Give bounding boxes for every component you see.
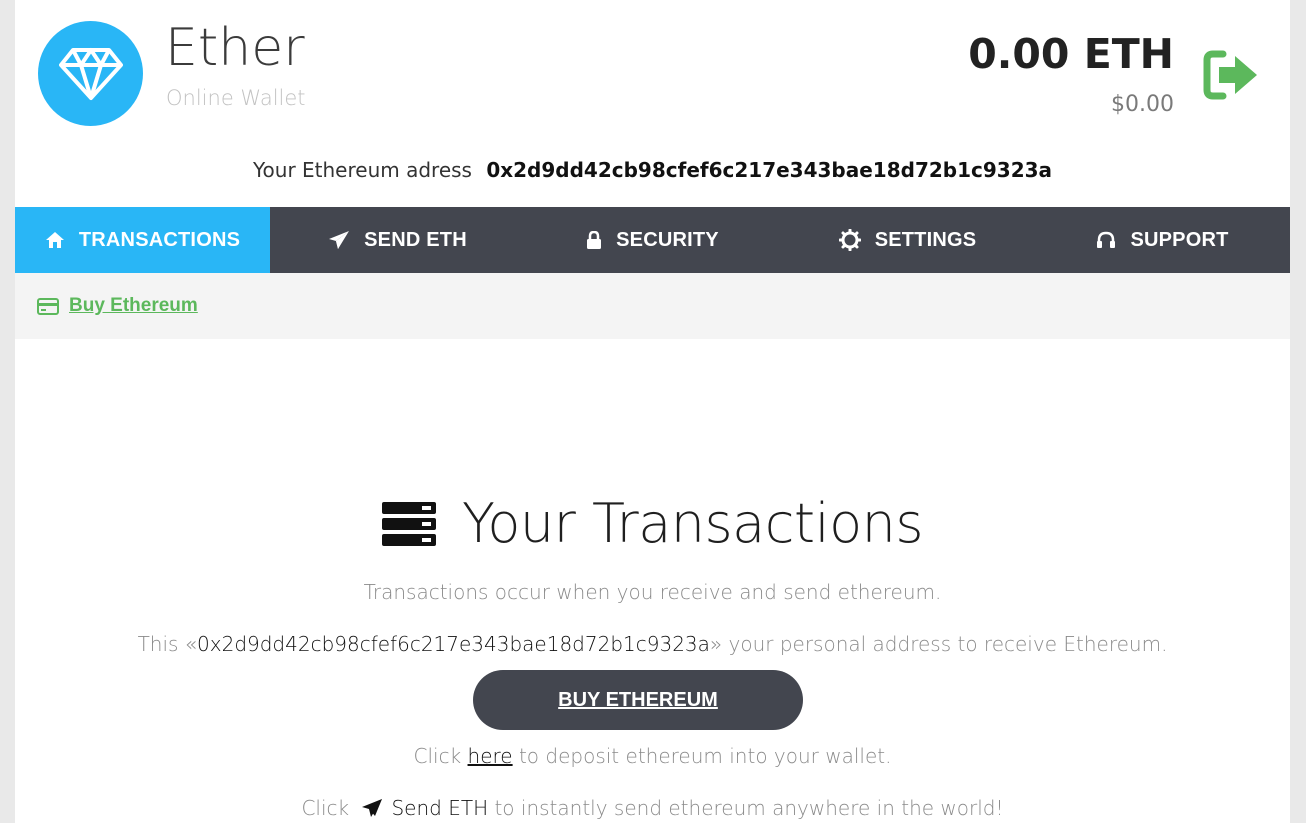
- tab-transactions[interactable]: TRANSACTIONS: [15, 207, 270, 273]
- ethereum-address-line: Your Ethereum adress 0x2d9dd42cb98cfef6c…: [15, 158, 1290, 182]
- tab-settings[interactable]: SETTINGS: [780, 207, 1035, 273]
- wallet-page: Ether Online Wallet 0.00 ETH $0.00 Your …: [15, 0, 1290, 823]
- brand-name: Ether: [165, 18, 305, 78]
- buy-ethereum-link[interactable]: Buy Ethereum: [37, 295, 198, 317]
- deposit-hint: Click here to deposit ethereum into your…: [15, 744, 1290, 768]
- deposit-here-link[interactable]: here: [468, 744, 513, 768]
- address-note-prefix: This «: [137, 632, 198, 656]
- page-title: Your Transactions: [462, 492, 924, 555]
- personal-address-note: This «0x2d9dd42cb98cfef6c217e343bae18d72…: [15, 632, 1290, 656]
- tab-transactions-label: TRANSACTIONS: [78, 228, 241, 251]
- tab-settings-label: SETTINGS: [874, 228, 977, 251]
- paper-plane-icon: [362, 799, 383, 817]
- deposit-hint-suffix: to deposit ethereum into your wallet.: [512, 744, 892, 768]
- main-nav: TRANSACTIONS SEND ETH SECURITY SETTINGS …: [15, 207, 1290, 273]
- brand-subtitle: Online Wallet: [166, 86, 306, 110]
- send-hint-prefix: Click: [301, 796, 356, 820]
- buy-ethereum-button[interactable]: BUY ETHEREUM: [473, 670, 803, 730]
- send-eth-link[interactable]: Send ETH: [391, 796, 488, 820]
- sign-out-icon: [1203, 50, 1257, 100]
- address-label: Your Ethereum adress: [252, 158, 472, 182]
- send-hint: Click Send ETH to instantly send ethereu…: [15, 796, 1290, 823]
- transactions-heading: Your Transactions: [15, 492, 1290, 555]
- balance-usd: $0.00: [1111, 92, 1174, 117]
- action-subbar: Buy Ethereum: [15, 273, 1290, 339]
- tab-support[interactable]: SUPPORT: [1035, 207, 1290, 273]
- tab-send-eth-label: SEND ETH: [364, 228, 467, 251]
- balance-eth: 0.00 ETH: [968, 30, 1174, 78]
- logout-button[interactable]: [1203, 50, 1259, 100]
- address-value: 0x2d9dd42cb98cfef6c217e343bae18d72b1c932…: [486, 158, 1053, 182]
- server-icon: [382, 501, 436, 546]
- diamond-icon: [58, 47, 123, 100]
- address-note-value: 0x2d9dd42cb98cfef6c217e343bae18d72b1c932…: [197, 632, 710, 656]
- tab-security-label: SECURITY: [616, 228, 719, 251]
- paper-plane-icon: [329, 231, 350, 249]
- lock-icon: [587, 231, 602, 249]
- deposit-hint-prefix: Click: [413, 744, 468, 768]
- address-note-suffix: » your personal address to receive Ether…: [709, 632, 1168, 656]
- tab-support-label: SUPPORT: [1130, 228, 1229, 251]
- headphones-icon: [1097, 231, 1116, 248]
- credit-card-icon: [37, 297, 59, 315]
- send-hint-suffix: to instantly send ethereum anywhere in t…: [488, 796, 1004, 820]
- gear-icon: [838, 229, 861, 251]
- tab-send-eth[interactable]: SEND ETH: [270, 207, 525, 273]
- logo: [38, 21, 143, 126]
- tab-security[interactable]: SECURITY: [525, 207, 780, 273]
- home-icon: [45, 232, 64, 248]
- transactions-description: Transactions occur when you receive and …: [363, 580, 942, 604]
- buy-ethereum-link-label: Buy Ethereum: [69, 295, 198, 316]
